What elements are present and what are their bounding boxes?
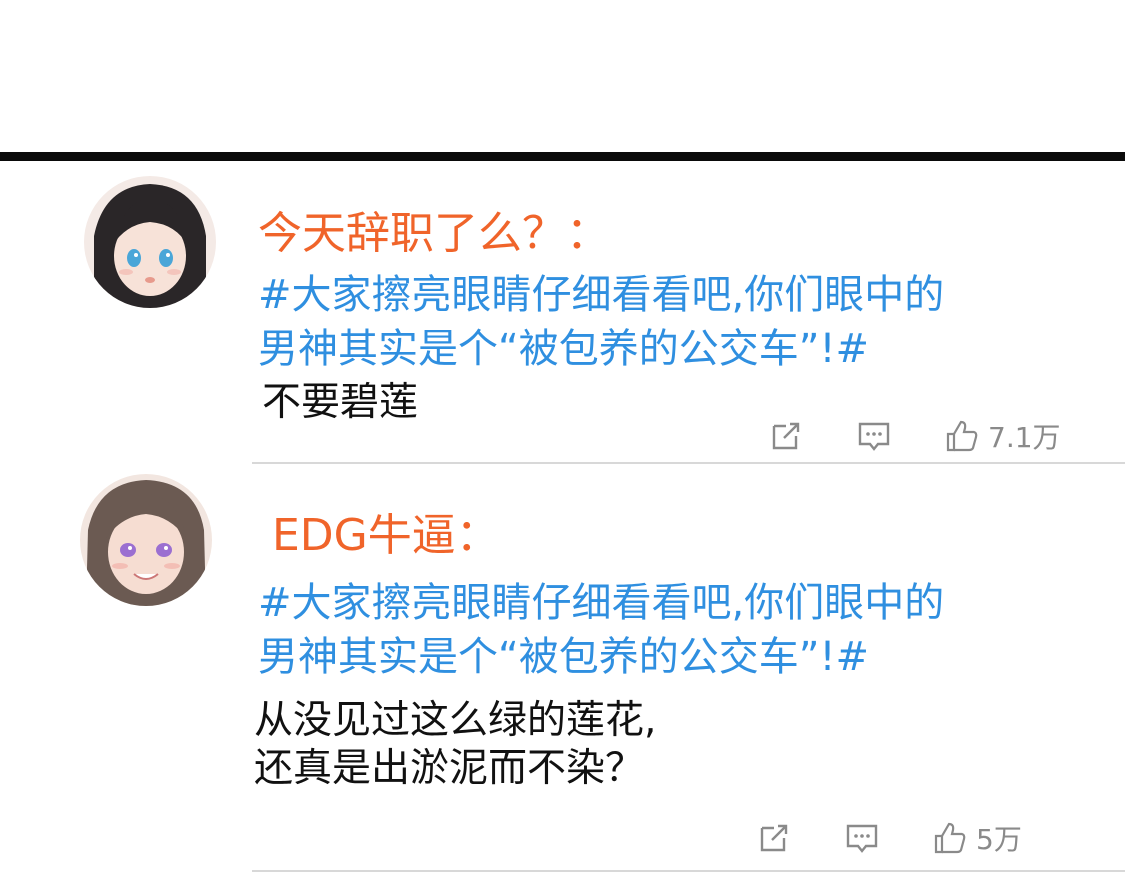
topic-hashtag-link[interactable]: #大家擦亮眼睛仔细看看吧,你们眼中的 xyxy=(258,268,944,322)
comment-text: 从没见过这么绿的莲花, xyxy=(254,698,657,743)
avatar[interactable] xyxy=(80,474,212,606)
like-count: 7.1万 xyxy=(988,421,1061,454)
row-divider xyxy=(252,462,1125,464)
topic-hashtag-link[interactable]: 男神其实是个“被包养的公交车”!# xyxy=(258,630,869,684)
comment-text: 不要碧莲 xyxy=(262,380,419,425)
blank-header-area xyxy=(0,0,1125,152)
thumbs-up-icon[interactable] xyxy=(932,820,968,856)
row-divider xyxy=(252,870,1125,872)
share-icon[interactable] xyxy=(768,418,804,454)
avatar[interactable] xyxy=(84,176,216,308)
thumbs-up-icon[interactable] xyxy=(944,418,980,454)
comment-text: 还真是出淤泥而不染？ xyxy=(254,746,645,791)
panel-border xyxy=(0,152,1125,161)
username[interactable]: EDG牛逼： xyxy=(272,510,500,562)
comment-icon[interactable] xyxy=(844,820,880,856)
comment-actions: 5万 xyxy=(756,818,1022,858)
topic-hashtag-link[interactable]: 男神其实是个“被包养的公交车”!# xyxy=(258,322,869,376)
like-count: 5万 xyxy=(976,823,1022,856)
username[interactable]: 今天辞职了么？： xyxy=(258,208,610,260)
topic-hashtag-link[interactable]: #大家擦亮眼睛仔细看看吧,你们眼中的 xyxy=(258,576,944,630)
share-icon[interactable] xyxy=(756,820,792,856)
comment-icon[interactable] xyxy=(856,418,892,454)
comment-actions: 7.1万 xyxy=(768,416,1061,456)
